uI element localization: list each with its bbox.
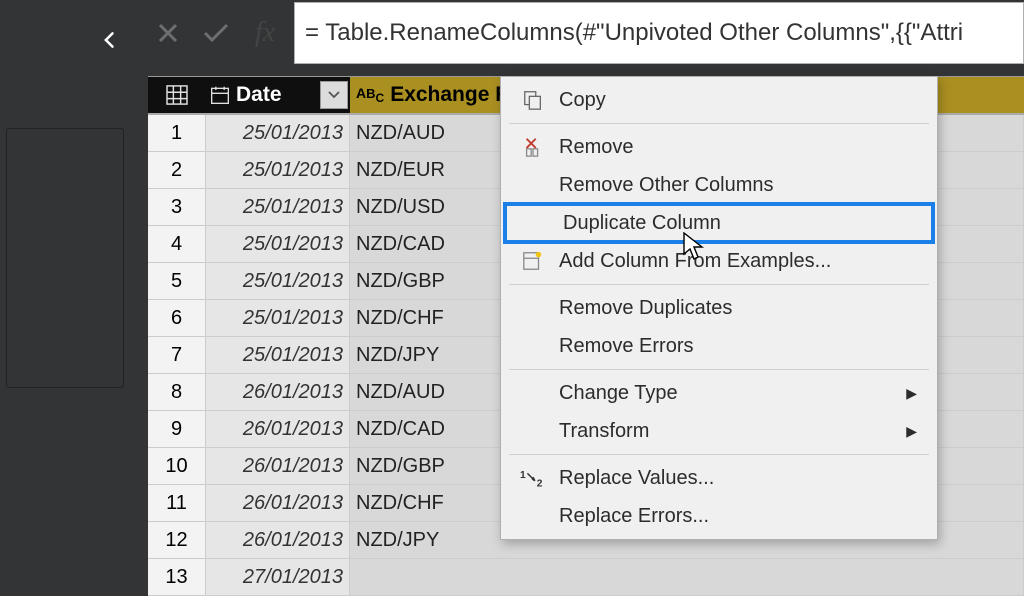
submenu-arrow-icon: ▶ <box>906 423 917 440</box>
ctx-replace-values[interactable]: 12 Replace Values... <box>503 459 935 497</box>
row-number[interactable]: 3 <box>148 189 206 225</box>
cell-date[interactable]: 25/01/2013 <box>206 263 350 299</box>
ctx-remove-duplicates[interactable]: Remove Duplicates <box>503 289 935 327</box>
table-icon <box>166 85 188 105</box>
formula-input[interactable]: = Table.RenameColumns(#"Unpivoted Other … <box>294 2 1024 64</box>
ctx-replace-values-label: Replace Values... <box>555 467 935 490</box>
ctx-transform[interactable]: Transform ▶ <box>503 412 935 450</box>
ctx-remove-other[interactable]: Remove Other Columns <box>503 166 935 204</box>
replace-values-icon: 12 <box>511 459 555 497</box>
column-context-menu: Copy Remove Remove Other Columns Duplica… <box>500 76 938 540</box>
row-number[interactable]: 10 <box>148 448 206 484</box>
cell-date[interactable]: 25/01/2013 <box>206 337 350 373</box>
column-header-date[interactable]: Date <box>206 77 350 113</box>
ctx-remove-other-label: Remove Other Columns <box>555 174 935 197</box>
submenu-arrow-icon: ▶ <box>906 385 917 402</box>
row-number[interactable]: 12 <box>148 522 206 558</box>
cell-date[interactable]: 25/01/2013 <box>206 300 350 336</box>
ctx-sep <box>509 123 929 124</box>
row-number[interactable]: 11 <box>148 485 206 521</box>
svg-text:1: 1 <box>520 470 526 481</box>
svg-text:2: 2 <box>537 478 543 489</box>
cell-date[interactable]: 25/01/2013 <box>206 152 350 188</box>
copy-icon <box>511 81 555 119</box>
cell-date[interactable]: 26/01/2013 <box>206 522 350 558</box>
cell-exchange[interactable] <box>350 559 1024 595</box>
row-number[interactable]: 1 <box>148 115 206 151</box>
table-row[interactable]: 1327/01/2013 <box>148 559 1024 596</box>
row-number[interactable]: 8 <box>148 374 206 410</box>
ctx-remove[interactable]: Remove <box>503 128 935 166</box>
ctx-remove-label: Remove <box>555 136 935 159</box>
row-number[interactable]: 7 <box>148 337 206 373</box>
queries-pane[interactable] <box>6 128 124 388</box>
ctx-sep <box>509 369 929 370</box>
ctx-change-type[interactable]: Change Type ▶ <box>503 374 935 412</box>
row-number[interactable]: 5 <box>148 263 206 299</box>
fx-label: fx <box>244 2 286 64</box>
commit-formula-button[interactable] <box>196 2 236 64</box>
cell-date[interactable]: 25/01/2013 <box>206 115 350 151</box>
nav-pane <box>0 0 146 575</box>
back-chevron-icon[interactable] <box>100 28 120 52</box>
cell-date[interactable]: 25/01/2013 <box>206 226 350 262</box>
row-number[interactable]: 6 <box>148 300 206 336</box>
row-number[interactable]: 4 <box>148 226 206 262</box>
column-filter-date-button[interactable] <box>320 81 348 109</box>
cell-date[interactable]: 25/01/2013 <box>206 189 350 225</box>
ctx-copy[interactable]: Copy <box>503 81 935 119</box>
ctx-duplicate-label: Duplicate Column <box>559 212 931 235</box>
column-header-exchange-label: Exchange R <box>390 83 510 107</box>
ctx-change-type-label: Change Type <box>555 382 906 405</box>
ctx-duplicate-column[interactable]: Duplicate Column <box>503 202 935 244</box>
ctx-sep <box>509 284 929 285</box>
ctx-add-from-examples[interactable]: Add Column From Examples... <box>503 242 935 280</box>
table-options-button[interactable] <box>148 77 206 113</box>
cell-date[interactable]: 26/01/2013 <box>206 448 350 484</box>
ctx-sep <box>509 454 929 455</box>
cancel-formula-button[interactable] <box>148 2 188 64</box>
row-number[interactable]: 13 <box>148 559 206 595</box>
ctx-transform-label: Transform <box>555 420 906 443</box>
ctx-copy-label: Copy <box>555 89 935 112</box>
chevron-down-icon <box>328 91 340 99</box>
cell-date[interactable]: 26/01/2013 <box>206 374 350 410</box>
remove-column-icon <box>511 128 555 166</box>
ctx-remove-dups-label: Remove Duplicates <box>555 297 935 320</box>
calendar-icon <box>210 85 230 105</box>
cell-date[interactable]: 26/01/2013 <box>206 411 350 447</box>
row-number[interactable]: 9 <box>148 411 206 447</box>
column-header-date-label: Date <box>236 83 282 107</box>
text-type-icon: ABC <box>356 85 384 105</box>
formula-bar: fx = Table.RenameColumns(#"Unpivoted Oth… <box>148 2 1024 64</box>
add-column-examples-icon <box>511 242 555 280</box>
ctx-remove-errors-label: Remove Errors <box>555 335 935 358</box>
ctx-add-examples-label: Add Column From Examples... <box>555 250 935 273</box>
ctx-replace-errors-label: Replace Errors... <box>555 505 935 528</box>
ctx-remove-errors[interactable]: Remove Errors <box>503 327 935 365</box>
ctx-replace-errors[interactable]: Replace Errors... <box>503 497 935 535</box>
cell-date[interactable]: 27/01/2013 <box>206 559 350 595</box>
row-number[interactable]: 2 <box>148 152 206 188</box>
cell-date[interactable]: 26/01/2013 <box>206 485 350 521</box>
